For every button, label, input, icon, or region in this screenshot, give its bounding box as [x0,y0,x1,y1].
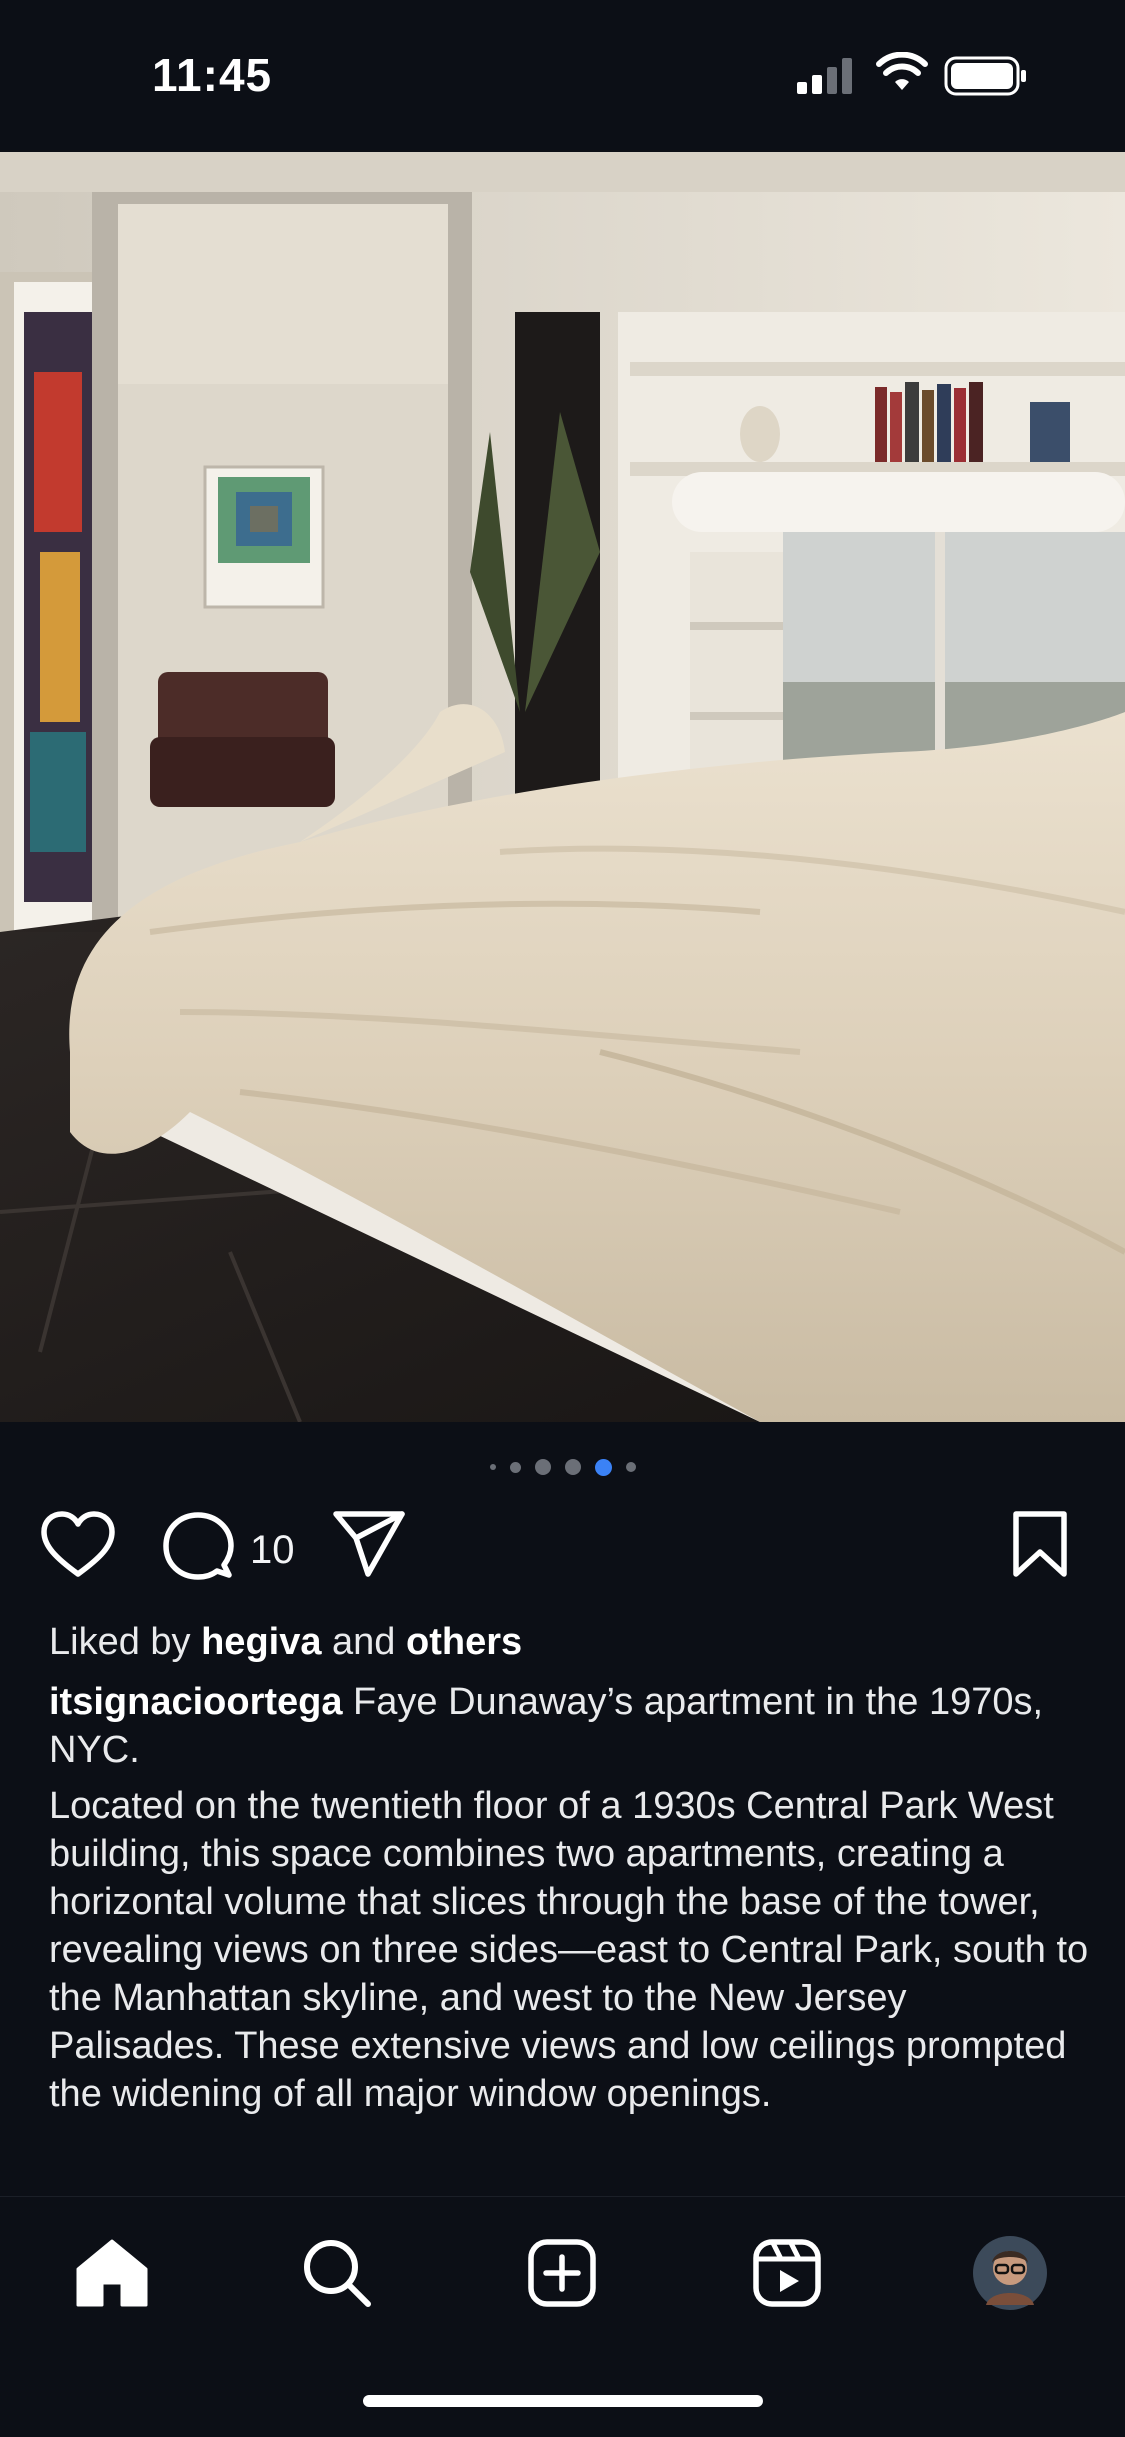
wifi-icon [876,52,928,90]
save-button[interactable] [1010,1510,1070,1585]
comment-button[interactable] [162,1510,234,1587]
tab-reels[interactable] [747,2233,827,2313]
paper-plane-icon [333,1511,405,1577]
liked-by-and: and [321,1621,407,1663]
tab-search[interactable] [297,2233,377,2313]
post-actions: 10 [0,1510,1125,1590]
carousel-dot [625,1462,636,1472]
carousel-dot [534,1459,551,1475]
tab-create[interactable] [522,2233,602,2313]
like-button[interactable] [40,1510,116,1587]
share-button[interactable] [332,1510,406,1585]
avatar [973,2236,1047,2310]
home-icon [76,2239,148,2307]
cellular-signal-icon [797,58,852,94]
post-caption: itsignacioortega Faye Dunaway’s apartmen… [49,1678,1089,1774]
heart-icon [41,1511,115,1577]
comment-icon [163,1512,234,1580]
bookmark-icon [1013,1511,1067,1577]
bedroom-photo [0,152,1125,1422]
reels-icon [753,2239,821,2307]
post-image[interactable] [0,152,1125,1422]
carousel-dot [509,1461,521,1473]
battery-icon [944,56,1026,96]
plus-square-icon [528,2239,596,2307]
home-indicator[interactable] [363,2395,763,2407]
comment-count[interactable]: 10 [250,1528,295,1573]
post-username[interactable]: itsignacioortega [49,1681,343,1723]
liked-by-others-link[interactable]: others [406,1621,522,1663]
liked-by-user-link[interactable]: hegiva [201,1621,321,1663]
carousel-dot [489,1464,496,1470]
liked-by-line[interactable]: Liked by hegiva and others [49,1618,1089,1666]
carousel-dot-active [594,1458,612,1476]
tab-profile[interactable] [970,2233,1050,2313]
carousel-indicator [0,1455,1125,1479]
post-description: Located on the twentieth floor of a 1930… [49,1785,1089,2115]
liked-by-prefix: Liked by [49,1621,202,1663]
search-icon [304,2240,371,2307]
status-bar: 11:45 [0,0,1125,152]
tab-home[interactable] [72,2233,152,2313]
status-time: 11:45 [152,49,273,101]
carousel-dot [564,1459,581,1475]
